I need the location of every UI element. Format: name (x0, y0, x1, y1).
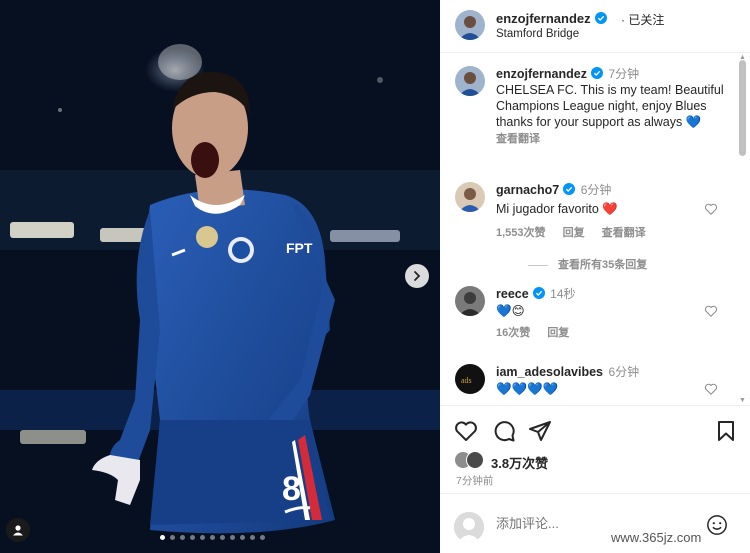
carousel-dot (240, 535, 245, 540)
bookmark-icon[interactable] (714, 419, 738, 443)
verified-icon (591, 67, 603, 79)
author-username[interactable]: enzojfernandez (496, 11, 591, 26)
caption-username[interactable]: enzojfernandez (496, 67, 587, 81)
comment-time: 6分钟 (580, 183, 612, 197)
player-figure: 8 (92, 44, 335, 534)
carousel-dot (210, 535, 215, 540)
user-tag-icon (13, 525, 23, 536)
author-avatar[interactable] (455, 10, 485, 40)
carousel-dot (260, 535, 265, 540)
comment-composer (440, 493, 750, 553)
verified-icon (594, 12, 607, 24)
commenter-avatar[interactable] (455, 182, 485, 212)
post-detail-panel: enzojfernandez · 已关注 Stamford Bridge enz… (440, 0, 750, 553)
likers-avatars[interactable] (454, 451, 488, 471)
chevron-right-icon (414, 271, 421, 281)
comments-scrollbar[interactable]: ▲ ▼ (738, 54, 747, 405)
comment-text: Mi jugador favorito ❤️ (496, 202, 618, 216)
post-header: enzojfernandez · 已关注 Stamford Bridge (440, 0, 750, 53)
sponsor-logo: FPT (286, 240, 313, 256)
tagged-users-button[interactable] (6, 518, 30, 542)
commenter-avatar[interactable] (455, 286, 485, 316)
post-like-count[interactable]: 3.8万次赞 (491, 453, 548, 472)
commenter-avatar[interactable]: ads (455, 364, 485, 394)
emoji-icon[interactable] (706, 514, 728, 536)
comment-like-count[interactable]: 16次赞 (496, 327, 530, 339)
follow-status[interactable]: · 已关注 (621, 11, 664, 28)
svg-text:ads: ads (461, 376, 472, 385)
see-translation-link[interactable]: 查看翻译 (602, 227, 646, 239)
view-replies-link[interactable]: 查看所有35条回复 (528, 256, 647, 272)
author-name-row[interactable]: enzojfernandez (496, 11, 607, 26)
carousel-dot (200, 535, 205, 540)
comment-icon[interactable] (492, 419, 516, 443)
comment-input[interactable] (496, 516, 676, 531)
share-icon[interactable] (528, 419, 552, 443)
carousel-dot (170, 535, 175, 540)
see-translation-link[interactable]: 查看翻译 (496, 133, 540, 145)
heart-icon[interactable] (704, 304, 718, 318)
current-user-avatar (454, 512, 484, 542)
comments-list[interactable]: enzojfernandez 7分钟 CHELSEA FC. This is m… (440, 54, 750, 404)
scroll-thumb[interactable] (739, 60, 746, 156)
heart-icon[interactable] (704, 382, 718, 396)
post-location[interactable]: Stamford Bridge (496, 28, 579, 40)
carousel-dot (220, 535, 225, 540)
comment-text: 💙😊 (496, 304, 525, 318)
carousel-dot (190, 535, 195, 540)
verified-icon (532, 287, 545, 299)
post-actions: 3.8万次赞 7分钟前 (440, 405, 750, 493)
caption-time: 7分钟 (608, 67, 640, 81)
carousel-dot (160, 535, 165, 540)
caption-text: CHELSEA FC. This is my team! Beautiful C… (496, 83, 724, 129)
post-timestamp[interactable]: 7分钟前 (456, 473, 493, 488)
heart-icon[interactable] (454, 419, 478, 443)
carousel-dot (250, 535, 255, 540)
comment-time: 6分钟 (608, 365, 640, 379)
heart-icon[interactable] (704, 202, 718, 216)
carousel-dot (180, 535, 185, 540)
commenter-username[interactable]: garnacho7 (496, 183, 559, 197)
reply-link[interactable]: 回复 (563, 227, 585, 239)
verified-icon (563, 183, 576, 195)
post-photo[interactable]: 8 FPT (0, 0, 440, 553)
comment-text: 💙💙💙💙 (496, 382, 559, 396)
next-slide-button[interactable] (405, 264, 429, 288)
carousel-dot (230, 535, 235, 540)
scroll-down-arrow[interactable]: ▼ (738, 397, 747, 405)
reply-link[interactable]: 回复 (547, 327, 569, 339)
caption-author-avatar[interactable] (455, 66, 485, 96)
comment-time: 14秒 (550, 287, 576, 301)
carousel-indicator (160, 535, 265, 540)
svg-text:FPT: FPT (286, 240, 313, 256)
comment-like-count[interactable]: 1,553次赞 (496, 227, 546, 239)
commenter-username[interactable]: reece (496, 287, 529, 301)
jersey-number: 8 (282, 470, 301, 508)
watermark: www.365jz.com (611, 530, 702, 545)
commenter-username[interactable]: iam_adesolavibes (496, 365, 603, 379)
